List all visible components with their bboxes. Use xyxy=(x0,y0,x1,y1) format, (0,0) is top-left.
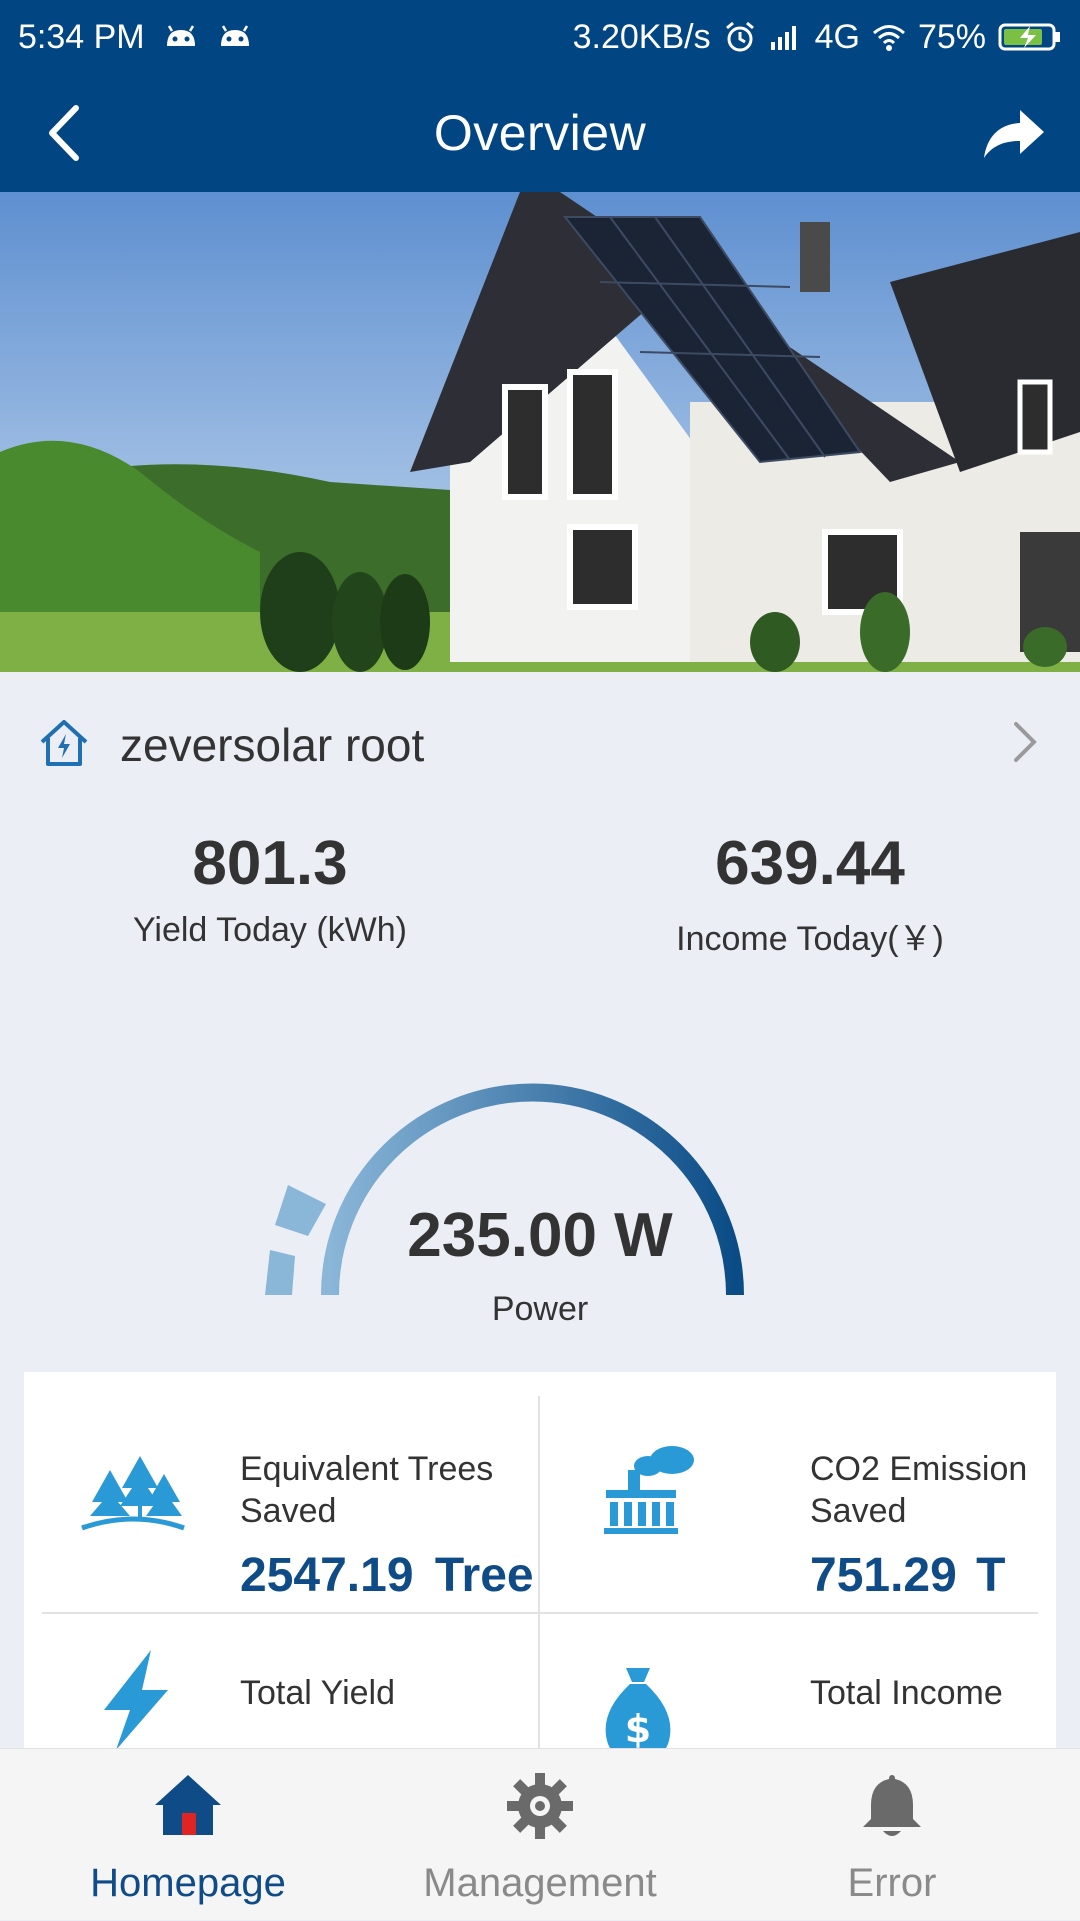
home-icon xyxy=(155,1775,221,1835)
gear-icon xyxy=(507,1773,573,1839)
status-time: 5:34 PM xyxy=(18,17,145,56)
network-type: 4G xyxy=(814,17,860,56)
chevron-right-icon xyxy=(1014,722,1037,762)
share-button[interactable] xyxy=(980,98,1050,168)
nav-error[interactable]: Error xyxy=(712,1749,1072,1921)
income-today-stat: 639.44 Income Today(￥) xyxy=(600,828,1020,960)
battery-percent: 75% xyxy=(917,17,986,56)
wifi-icon xyxy=(872,25,905,51)
plant-selector[interactable]: zeversolar root xyxy=(0,700,1080,784)
plant-name: zeversolar root xyxy=(120,719,425,771)
total-income-label: Total Income xyxy=(810,1674,1003,1712)
plant-hero-image xyxy=(0,192,1080,672)
total-yield-label: Total Yield xyxy=(240,1674,395,1712)
status-bar: 5:34 PM 3.20KB/s 4G 75% xyxy=(0,0,1080,74)
nav-label-error: Error xyxy=(847,1861,937,1905)
co2-saved-metric: CO2 Emission Saved 751.29 T xyxy=(540,1372,1056,1612)
yield-today-stat: 801.3 Yield Today (kWh) xyxy=(60,828,480,950)
app-bar: Overview xyxy=(0,74,1080,192)
yield-today-label: Yield Today (kWh) xyxy=(133,911,407,949)
android-notification-icon xyxy=(166,25,195,46)
nav-label-homepage: Homepage xyxy=(90,1861,286,1905)
nav-label-management: Management xyxy=(423,1861,657,1905)
house-illustration xyxy=(0,192,1080,672)
trees-icon xyxy=(81,1456,185,1531)
power-value: 235.00 W xyxy=(407,1201,673,1270)
trees-saved-label: Equivalent Trees Saved xyxy=(240,1450,494,1530)
page-title: Overview xyxy=(433,105,647,161)
nav-management[interactable]: Management xyxy=(360,1749,720,1921)
power-label: Power xyxy=(491,1290,589,1328)
yield-today-value: 801.3 xyxy=(192,829,348,898)
android-notification-icon xyxy=(220,25,249,46)
income-today-value: 639.44 xyxy=(715,829,905,898)
back-button[interactable] xyxy=(40,96,96,170)
trees-saved-metric: Equivalent Trees Saved 2547.19 Tree xyxy=(24,1372,538,1612)
lightning-icon xyxy=(104,1650,168,1750)
factory-icon xyxy=(604,1446,694,1534)
svg-text:$: $ xyxy=(625,1707,651,1751)
bottom-navigation: Homepage Management Error xyxy=(0,1748,1080,1920)
battery-charging-icon xyxy=(998,23,1060,51)
environment-metrics-card: Equivalent Trees Saved 2547.19 Tree CO2 … xyxy=(24,1372,1056,1816)
network-speed: 3.20KB/s xyxy=(572,17,711,56)
alarm-icon xyxy=(725,21,754,52)
nav-homepage[interactable]: Homepage xyxy=(8,1749,368,1921)
income-today-label: Income Today(￥) xyxy=(676,920,944,958)
home-power-icon xyxy=(40,720,88,766)
co2-saved-label: CO2 Emission Saved xyxy=(810,1450,1028,1530)
trees-saved-value: 2547.19 Tree xyxy=(240,1549,534,1602)
co2-saved-value: 751.29 T xyxy=(810,1549,1006,1602)
bell-icon xyxy=(863,1775,921,1836)
signal-icon xyxy=(770,26,796,50)
